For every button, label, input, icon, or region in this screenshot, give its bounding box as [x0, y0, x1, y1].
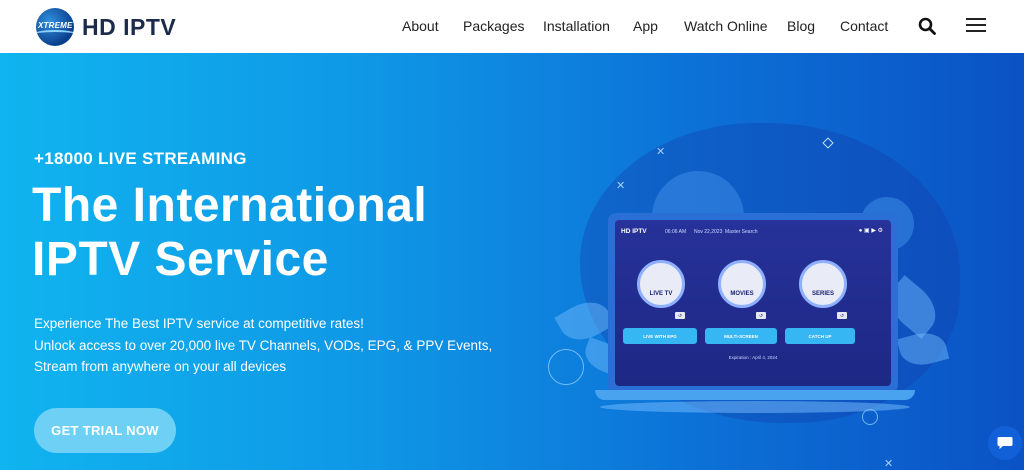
hero-eyebrow: +18000 LIVE STREAMING [34, 149, 247, 168]
tile-movies-label: MOVIES [730, 291, 754, 297]
nav-installation[interactable]: Installation [543, 18, 610, 34]
hero-title-line2: IPTV Service [32, 233, 329, 286]
tile-movies [718, 260, 766, 308]
chat-bubble-icon[interactable] [988, 426, 1022, 460]
laptop-mockup: HD IPTV 06:06 AM Nov 22,2023 Master Sear… [608, 213, 898, 393]
laptop-base [595, 390, 915, 400]
ring-decoration [548, 349, 584, 385]
site-header: XTREME HD IPTV About Packages Installati… [0, 0, 1024, 53]
ring-decoration [862, 409, 878, 425]
nav-contact[interactable]: Contact [840, 18, 888, 34]
screen-app-name: HD IPTV [621, 228, 647, 235]
screen-expiration: Expiration : April 4, 2024 [728, 355, 778, 360]
hamburger-menu-icon[interactable] [966, 18, 986, 33]
screen-status-icons: ● ▣ ▶ ⚙ [858, 228, 883, 234]
brand-name: HD IPTV [82, 13, 177, 40]
nav-blog[interactable]: Blog [787, 18, 815, 34]
screen-time: 06:06 AM [665, 229, 687, 235]
nav-app[interactable]: App [633, 18, 658, 34]
nav-packages[interactable]: Packages [463, 18, 524, 34]
hero-desc-line3: Stream from anywhere on your all devices [34, 359, 287, 374]
nav-about[interactable]: About [402, 18, 439, 34]
tile-series-label: SERIES [811, 291, 834, 297]
tile-series [799, 260, 847, 308]
screen-btn-live-epg: LIVE WITH EPG [623, 328, 697, 344]
search-icon[interactable] [918, 17, 936, 35]
hero-desc-line1: Experience The Best IPTV service at comp… [34, 316, 364, 331]
hero-description: Experience The Best IPTV service at comp… [34, 313, 492, 378]
hero-title-line1: The International [32, 179, 428, 232]
screen-date: Nov 22,2023 [694, 229, 723, 235]
nav-watch-online[interactable]: Watch Online [684, 18, 768, 34]
get-trial-button[interactable]: GET TRIAL NOW [34, 408, 176, 453]
tile-live-tv [637, 260, 685, 308]
logo-badge-icon: XTREME [36, 8, 74, 46]
hero-section: +18000 LIVE STREAMING The International … [0, 53, 1024, 470]
screen-btn-catch-up: CATCH UP [785, 328, 855, 344]
screen-btn-multi-screen: MULTI-SCREEN [705, 328, 777, 344]
screen-search: Master Search [725, 229, 758, 235]
logo-badge-text: XTREME [38, 21, 73, 30]
hero-illustration: ✕ ✕ ✕ HD IPTV 06:06 AM Nov 22,2023 Maste… [540, 113, 1000, 470]
tile-live-tv-label: LIVE TV [649, 291, 673, 297]
app-screen-preview: HD IPTV 06:06 AM Nov 22,2023 Master Sear… [615, 220, 891, 386]
hero-title: The International IPTV Service [32, 179, 427, 287]
brand-logo[interactable]: XTREME HD IPTV [36, 8, 176, 46]
hero-desc-line2: Unlock access to over 20,000 live TV Cha… [34, 337, 493, 353]
